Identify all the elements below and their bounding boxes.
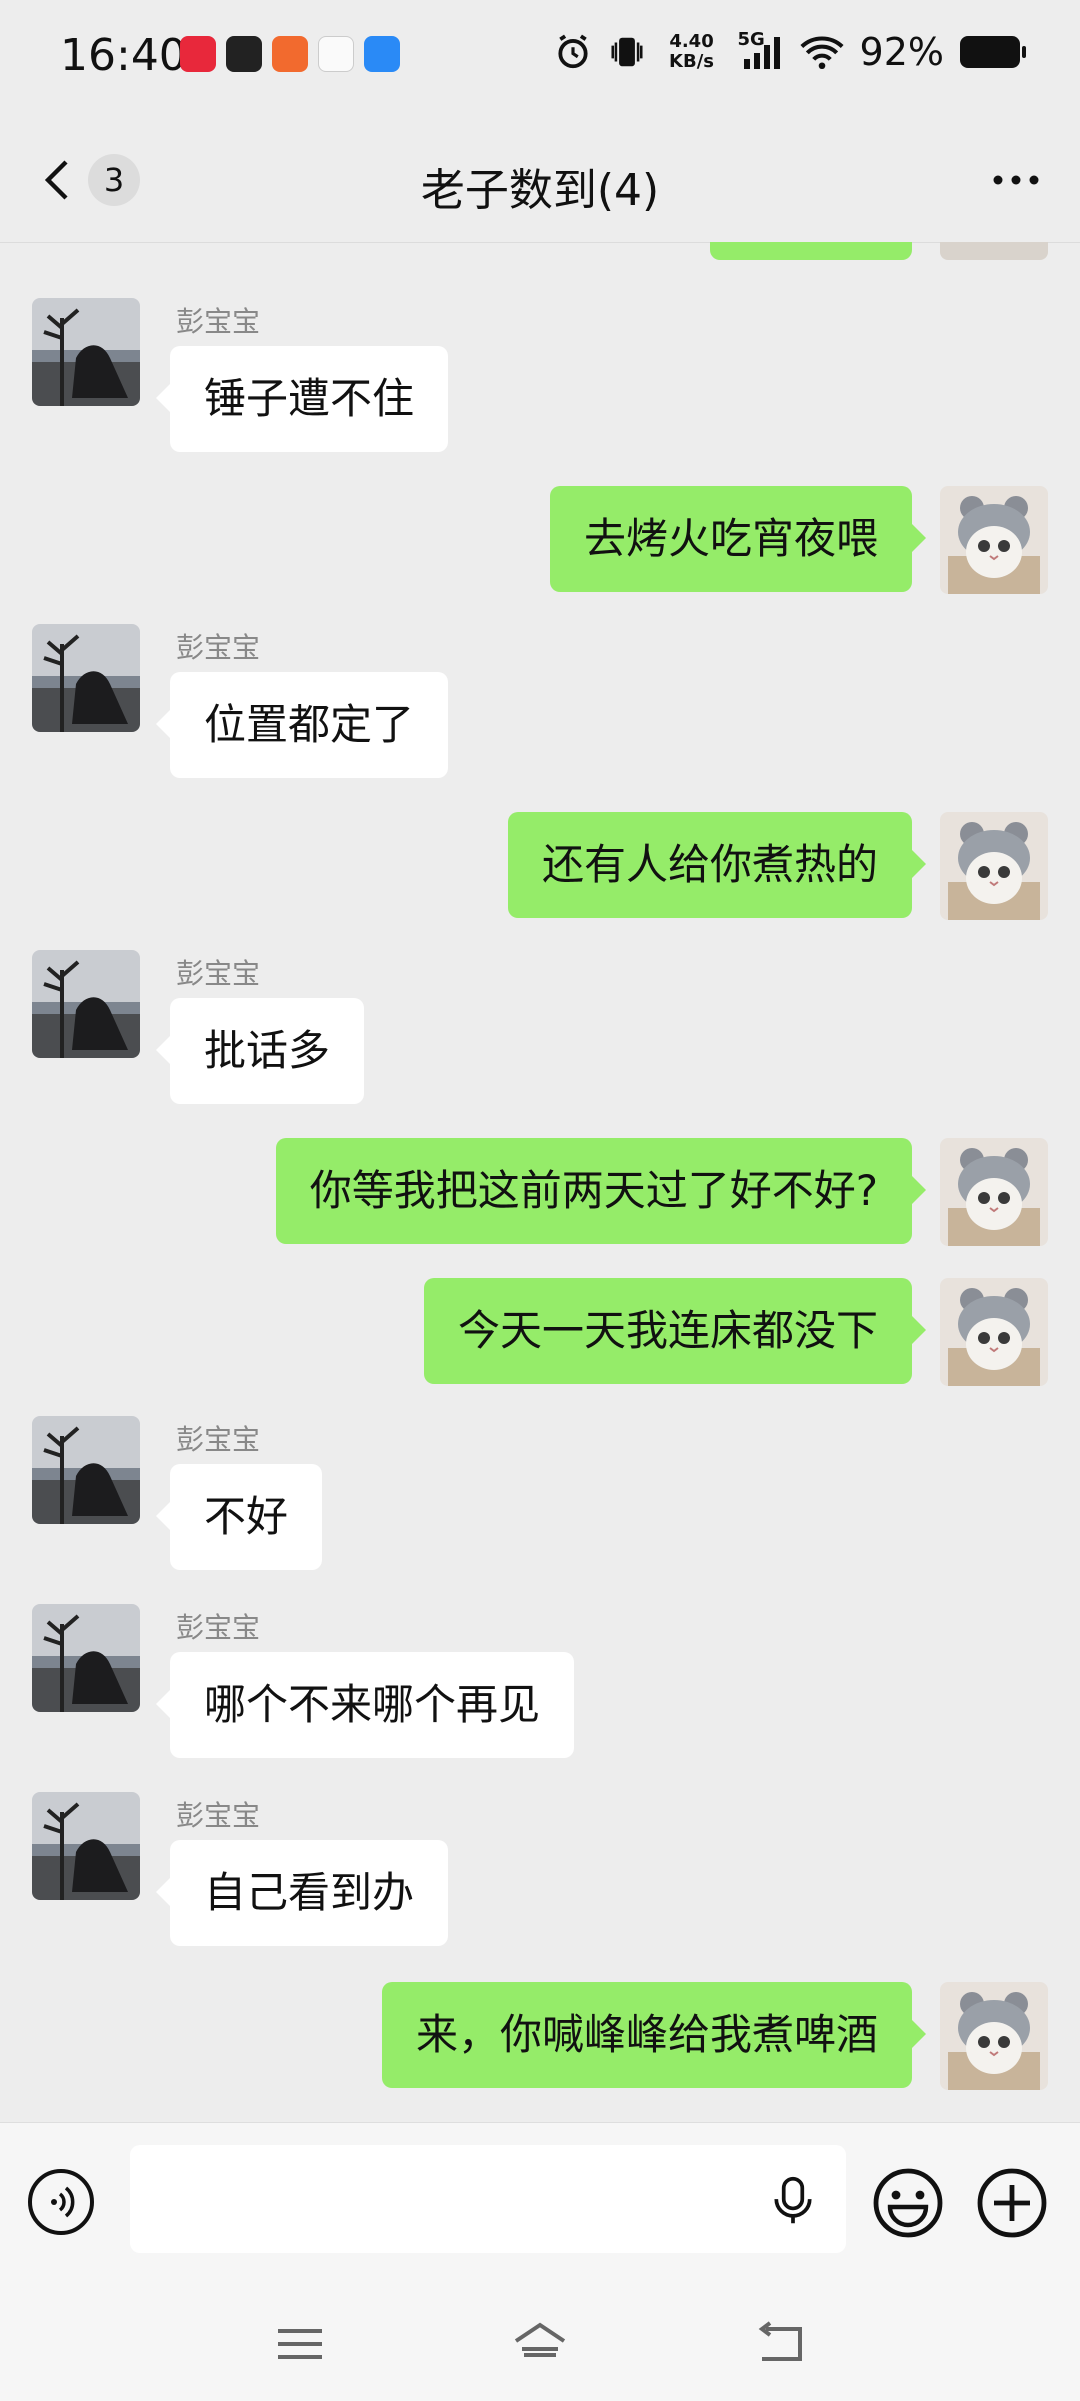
sender-name: 彭宝宝 [176, 1611, 261, 1644]
plus-icon[interactable] [976, 2167, 1048, 2239]
outgoing-message-bubble[interactable]: 来，你喊峰峰给我煮啤酒 [381, 1982, 927, 2088]
sender-name: 彭宝宝 [176, 957, 261, 990]
status-time: 16:40 [60, 30, 187, 81]
app-notification-icon [364, 36, 400, 72]
sender-name: 彭宝宝 [176, 305, 261, 338]
menu-icon[interactable] [272, 2319, 328, 2369]
avatar[interactable] [940, 812, 1048, 920]
avatar[interactable] [940, 486, 1048, 594]
battery-icon [960, 36, 1026, 68]
avatar[interactable] [940, 242, 1048, 260]
sender-name: 彭宝宝 [176, 1423, 261, 1456]
voice-icon[interactable] [28, 2169, 94, 2235]
outgoing-message-bubble[interactable]: 还有人给你煮热的 [507, 812, 927, 918]
incoming-message-bubble[interactable]: 哪个不来哪个再见 [155, 1652, 575, 1758]
outgoing-message-bubble[interactable]: 你等我把这前两天过了好不好? [275, 1138, 927, 1244]
system-nav-bar [0, 2279, 1080, 2401]
alarm-icon [557, 34, 588, 69]
avatar[interactable] [32, 298, 140, 406]
status-bar: 16:40 4.40 KB/s 5G 92% [0, 0, 1080, 118]
avatar[interactable] [32, 950, 140, 1058]
message-input[interactable] [130, 2145, 846, 2253]
sender-name: 彭宝宝 [176, 1799, 261, 1832]
battery-percent: 92% [859, 30, 944, 74]
soul-app-icon [226, 36, 262, 72]
outgoing-message-bubble[interactable]: 今天一天我连床都没下 [423, 1278, 927, 1384]
network-type: 5G [737, 29, 765, 50]
net-speed: 4.40 KB/s [669, 31, 715, 72]
signal-indicator: 5G [738, 29, 784, 71]
message-list[interactable]: 彭宝宝 锤子遭不住 去烤火吃宵夜喂 彭宝宝 位置都定了 还有人给你煮热的 彭宝宝 批话多 你等我… [0, 242, 1080, 2122]
more-dots-icon[interactable] [988, 154, 1044, 206]
back-icon[interactable] [752, 2319, 808, 2369]
vibrate-icon [611, 37, 643, 67]
message-row-partial [0, 242, 1080, 260]
chat-title: 老子数到(4) [420, 165, 660, 216]
avatar[interactable] [940, 1278, 1048, 1386]
avatar[interactable] [32, 1604, 140, 1712]
incoming-message-bubble[interactable]: 锤子遭不住 [155, 346, 449, 452]
avatar[interactable] [940, 1982, 1048, 2090]
avatar[interactable] [940, 1138, 1048, 1246]
incoming-message-bubble[interactable]: 不好 [155, 1464, 323, 1570]
wifi-icon [799, 36, 844, 70]
emoji-icon[interactable] [872, 2167, 944, 2239]
incoming-message-bubble[interactable]: 批话多 [155, 998, 365, 1104]
microphone-icon[interactable] [770, 2175, 816, 2227]
outgoing-message-bubble[interactable]: 去烤火吃宵夜喂 [549, 486, 927, 592]
incoming-message-bubble[interactable]: 自己看到办 [155, 1840, 449, 1946]
status-indicators: 4.40 KB/s 5G 92% [554, 29, 1026, 74]
sender-name: 彭宝宝 [176, 631, 261, 664]
chat-header: 3 老子数到(4) [0, 118, 1080, 243]
home-icon[interactable] [512, 2319, 568, 2369]
input-bar [0, 2122, 1080, 2401]
partial-bubble [710, 242, 912, 260]
avatar[interactable] [32, 1792, 140, 1900]
notification-icons [180, 36, 400, 72]
incoming-message-bubble[interactable]: 位置都定了 [155, 672, 449, 778]
app-notification-icon [318, 36, 354, 72]
app-notification-icon [272, 36, 308, 72]
avatar[interactable] [32, 1416, 140, 1524]
avatar[interactable] [32, 624, 140, 732]
app-notification-icon [180, 36, 216, 72]
